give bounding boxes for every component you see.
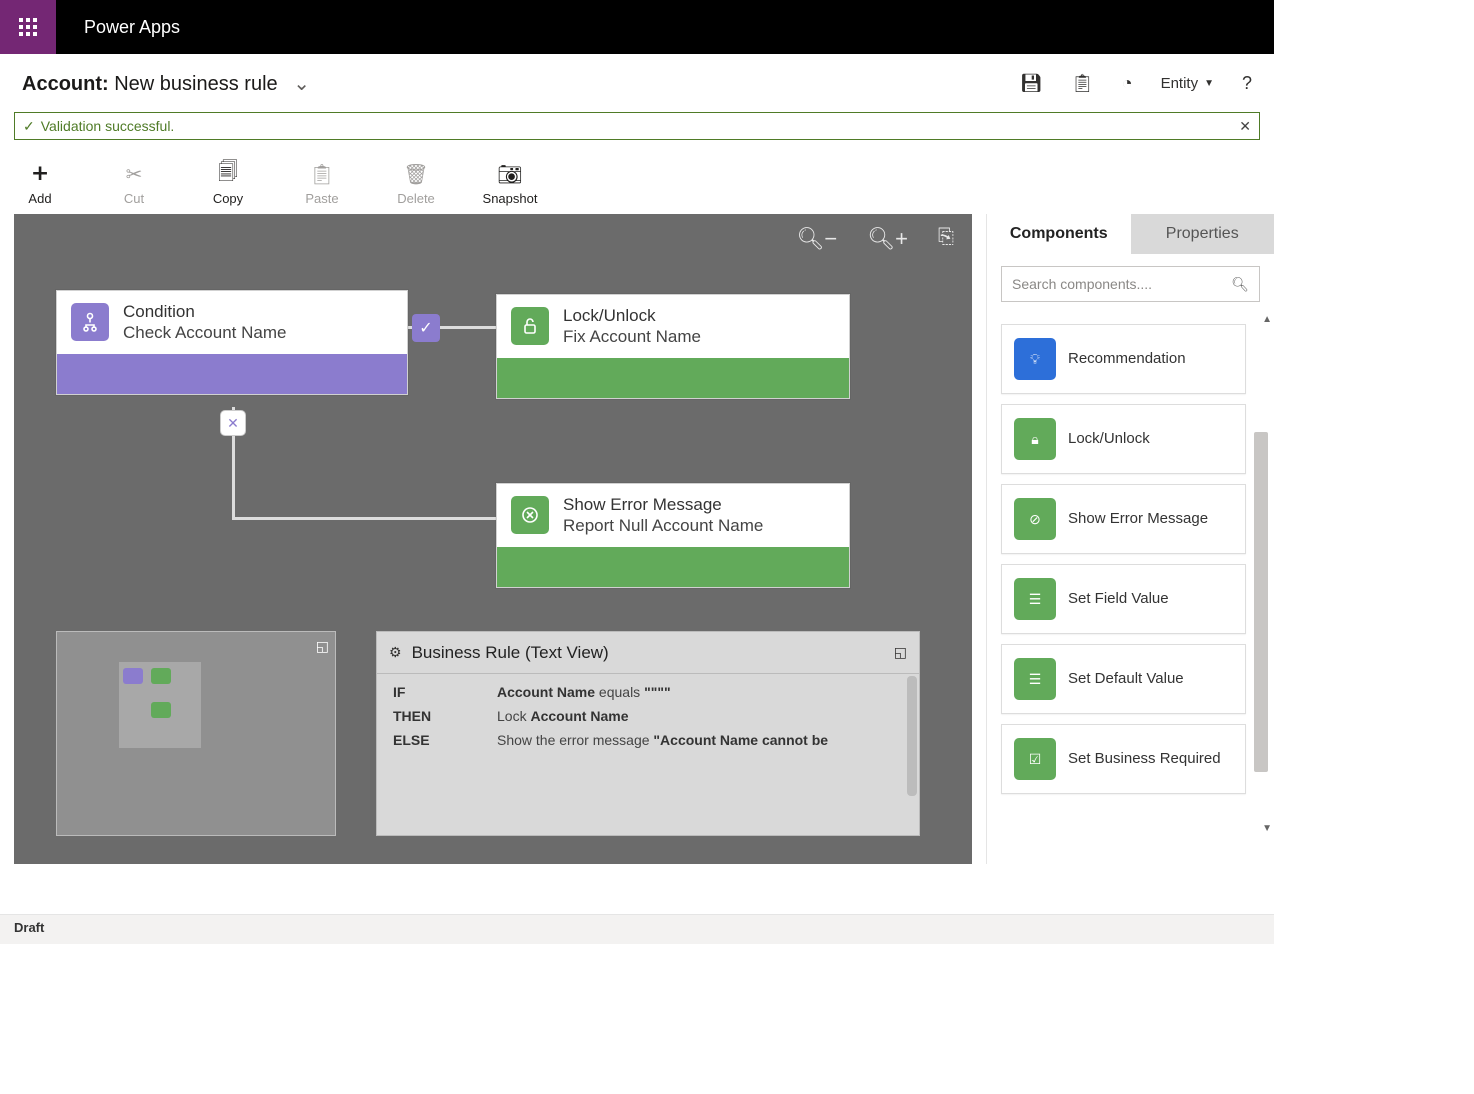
validate-icon[interactable]: 📋︎ [1071,73,1094,94]
check-icon: ✓ [23,118,35,135]
designer-toolbar: ➕︎Add ✂Cut 🗐︎Copy 📋︎Paste 🗑︎Delete 📷︎Sna… [0,146,1274,214]
page-header: Account: New business rule ⌄ 💾︎ 📋︎ ◔ Ent… [0,54,1274,112]
trash-icon: 🗑︎ [403,163,428,185]
node-subtitle: Check Account Name [123,322,286,343]
scrollbar[interactable] [907,676,917,796]
if-expression: Account Name equals """" [497,684,671,700]
false-branch-icon: ✕ [220,410,246,436]
tab-properties[interactable]: Properties [1131,214,1275,254]
component-show-error[interactable]: ⊘Show Error Message [1001,484,1246,554]
close-icon[interactable]: ✕ [1239,118,1251,135]
condition-node[interactable]: Condition Check Account Name [56,290,408,395]
title-text: New business rule [114,73,277,95]
status-text: Draft [14,920,44,935]
zoom-out-icon[interactable]: 🔍︎− [796,226,837,252]
minimap-expand-icon[interactable]: ◱ [316,638,329,655]
paste-icon: 📋︎ [309,163,334,185]
else-label: ELSE [393,732,497,748]
component-set-business-required[interactable]: ☑Set Business Required [1001,724,1246,794]
component-set-field-value[interactable]: ☰Set Field Value [1001,564,1246,634]
gear-icon: ⚙ [389,644,402,661]
list-icon: ☰ [1014,578,1056,620]
waffle-button[interactable] [0,0,56,54]
component-set-default-value[interactable]: ☰Set Default Value [1001,644,1246,714]
minimap-viewport [119,662,201,748]
checkbox-icon: ☑ [1014,738,1056,780]
search-icon: 🔍︎ [1231,276,1249,293]
search-input[interactable]: Search components.... 🔍︎ [1001,266,1260,302]
node-band [497,358,849,398]
lock-icon: 🔒︎ [1014,418,1056,460]
lightbulb-icon: 💡︎ [1014,338,1056,380]
then-label: THEN [393,708,497,724]
error-icon: ⊘ [1014,498,1056,540]
status-footer: Draft [0,914,1274,944]
fit-screen-icon[interactable]: ⎘ [938,226,954,252]
text-view-title: Business Rule (Text View) [412,643,609,663]
search-placeholder: Search components.... [1012,276,1231,292]
paste-button: 📋︎Paste [296,163,348,206]
add-button[interactable]: ➕︎Add [14,163,66,206]
work-area: 🔍︎− 🔍︎+ ⎘ ✓ ✕ Condition Check Account Na… [0,214,1274,876]
validation-notice: ✓ Validation successful. ✕ [14,112,1260,140]
plus-icon: ➕︎ [32,163,47,185]
node-title: Show Error Message [563,494,763,515]
node-subtitle: Fix Account Name [563,326,701,347]
cut-button: ✂Cut [108,163,160,206]
minimap[interactable]: ◱ [56,631,336,836]
else-expression: Show the error message "Account Name can… [497,732,828,748]
minimap-node [151,702,171,718]
chevron-down-icon: ▼ [1204,78,1214,89]
activate-icon[interactable]: ◔ [1122,73,1133,94]
waffle-icon [19,18,37,36]
side-panel: Components Properties Search components.… [986,214,1274,864]
snapshot-button[interactable]: 📷︎Snapshot [484,163,536,206]
component-recommendation[interactable]: 💡︎Recommendation [1001,324,1246,394]
scope-dropdown[interactable]: Entity ▼ [1161,75,1214,92]
camera-icon: 📷︎ [497,163,522,185]
node-title: Condition [123,301,286,322]
condition-icon [71,303,109,341]
side-tabs: Components Properties [987,214,1274,254]
zoom-in-icon[interactable]: 🔍︎+ [867,226,908,252]
error-icon [511,496,549,534]
notice-text: Validation successful. [41,118,175,134]
minimap-node [123,668,143,684]
save-icon[interactable]: 💾︎ [1020,73,1043,94]
expand-icon[interactable]: ◱ [894,644,907,661]
app-name: Power Apps [84,17,180,38]
node-subtitle: Report Null Account Name [563,515,763,536]
lock-icon [511,307,549,345]
node-title: Lock/Unlock [563,305,701,326]
delete-button: 🗑︎Delete [390,163,442,206]
lock-unlock-node[interactable]: Lock/Unlock Fix Account Name [496,294,850,399]
if-label: IF [393,684,497,700]
chevron-down-icon[interactable]: ⌄ [293,73,310,95]
copy-button[interactable]: 🗐︎Copy [202,163,254,206]
tab-components[interactable]: Components [987,214,1131,254]
business-rule-text-view: ⚙ Business Rule (Text View) ◱ IF Account… [376,631,920,836]
show-error-node[interactable]: Show Error Message Report Null Account N… [496,483,850,588]
connector [232,517,496,520]
component-lock-unlock[interactable]: 🔒︎Lock/Unlock [1001,404,1246,474]
copy-icon: 🗐︎ [218,163,238,185]
scissors-icon: ✂ [126,163,143,185]
then-expression: Lock Account Name [497,708,629,724]
minimap-node [151,668,171,684]
title-prefix: Account: [22,73,109,95]
page-title[interactable]: Account: New business rule ⌄ [22,71,310,96]
designer-canvas[interactable]: 🔍︎− 🔍︎+ ⎘ ✓ ✕ Condition Check Account Na… [14,214,972,864]
help-icon[interactable]: ? [1242,73,1252,94]
node-band [497,547,849,587]
true-branch-icon: ✓ [412,314,440,342]
node-band [57,354,407,394]
app-topbar: Power Apps [0,0,1274,54]
list-icon: ☰ [1014,658,1056,700]
components-list: ▲▼ 💡︎Recommendation 🔒︎Lock/Unlock ⊘Show … [987,314,1274,864]
